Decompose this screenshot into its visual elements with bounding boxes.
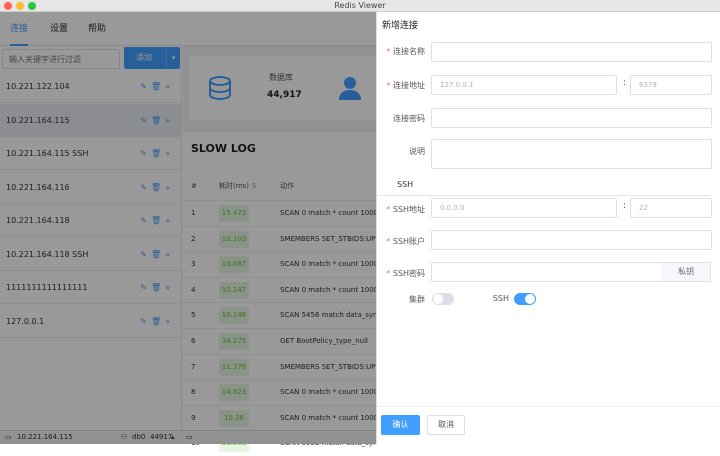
new-connection-drawer: 新增连接 * 连接名称 * 连接地址 127.0.0.1 : 6379 连接密码… bbox=[376, 12, 720, 444]
ssh-user-label: * SSH账户 bbox=[386, 237, 425, 246]
host-input[interactable]: 127.0.0.1 bbox=[431, 75, 617, 95]
ssh-port-input[interactable]: 22 bbox=[630, 198, 712, 218]
connection-name-label: * 连接名称 bbox=[386, 47, 425, 56]
cluster-label: 集群 bbox=[409, 295, 425, 304]
address-colon: : bbox=[623, 78, 627, 88]
window-title: Redis Viewer bbox=[334, 1, 386, 10]
ssh-toggle-knob bbox=[525, 294, 535, 304]
ssh-host-input[interactable]: 0.0.0.0 bbox=[431, 198, 617, 218]
connection-password-label: 连接密码 bbox=[393, 114, 425, 123]
private-key-button[interactable]: 私钥 bbox=[662, 262, 711, 282]
ssh-address-label: * SSH地址 bbox=[386, 205, 425, 214]
modal-overlay[interactable] bbox=[0, 12, 376, 444]
description-textarea[interactable] bbox=[431, 139, 712, 169]
ssh-toggle-label: SSH bbox=[492, 294, 509, 303]
cluster-toggle[interactable] bbox=[432, 293, 454, 305]
window-titlebar: Redis Viewer bbox=[0, 0, 720, 12]
ssh-toggle[interactable] bbox=[514, 293, 536, 305]
connection-password-input[interactable] bbox=[431, 108, 712, 128]
cancel-button[interactable]: 取消 bbox=[427, 415, 465, 435]
port-input[interactable]: 6379 bbox=[630, 75, 712, 95]
drawer-title: 新增连接 bbox=[382, 21, 419, 31]
connection-address-label: * 连接地址 bbox=[386, 81, 425, 90]
description-label: 说明 bbox=[409, 147, 425, 156]
ssh-password-label: * SSH密码 bbox=[386, 269, 425, 278]
drawer-footer: 确认 取消 bbox=[377, 406, 720, 444]
ssh-password-input[interactable] bbox=[431, 262, 663, 282]
ssh-section-title: SSH bbox=[397, 180, 414, 189]
confirm-button[interactable]: 确认 bbox=[381, 415, 420, 435]
cluster-toggle-knob bbox=[433, 294, 443, 304]
ssh-address-colon: : bbox=[623, 201, 627, 211]
section-divider bbox=[377, 195, 712, 196]
connection-name-input[interactable] bbox=[431, 42, 712, 62]
ssh-user-input[interactable] bbox=[431, 230, 712, 250]
